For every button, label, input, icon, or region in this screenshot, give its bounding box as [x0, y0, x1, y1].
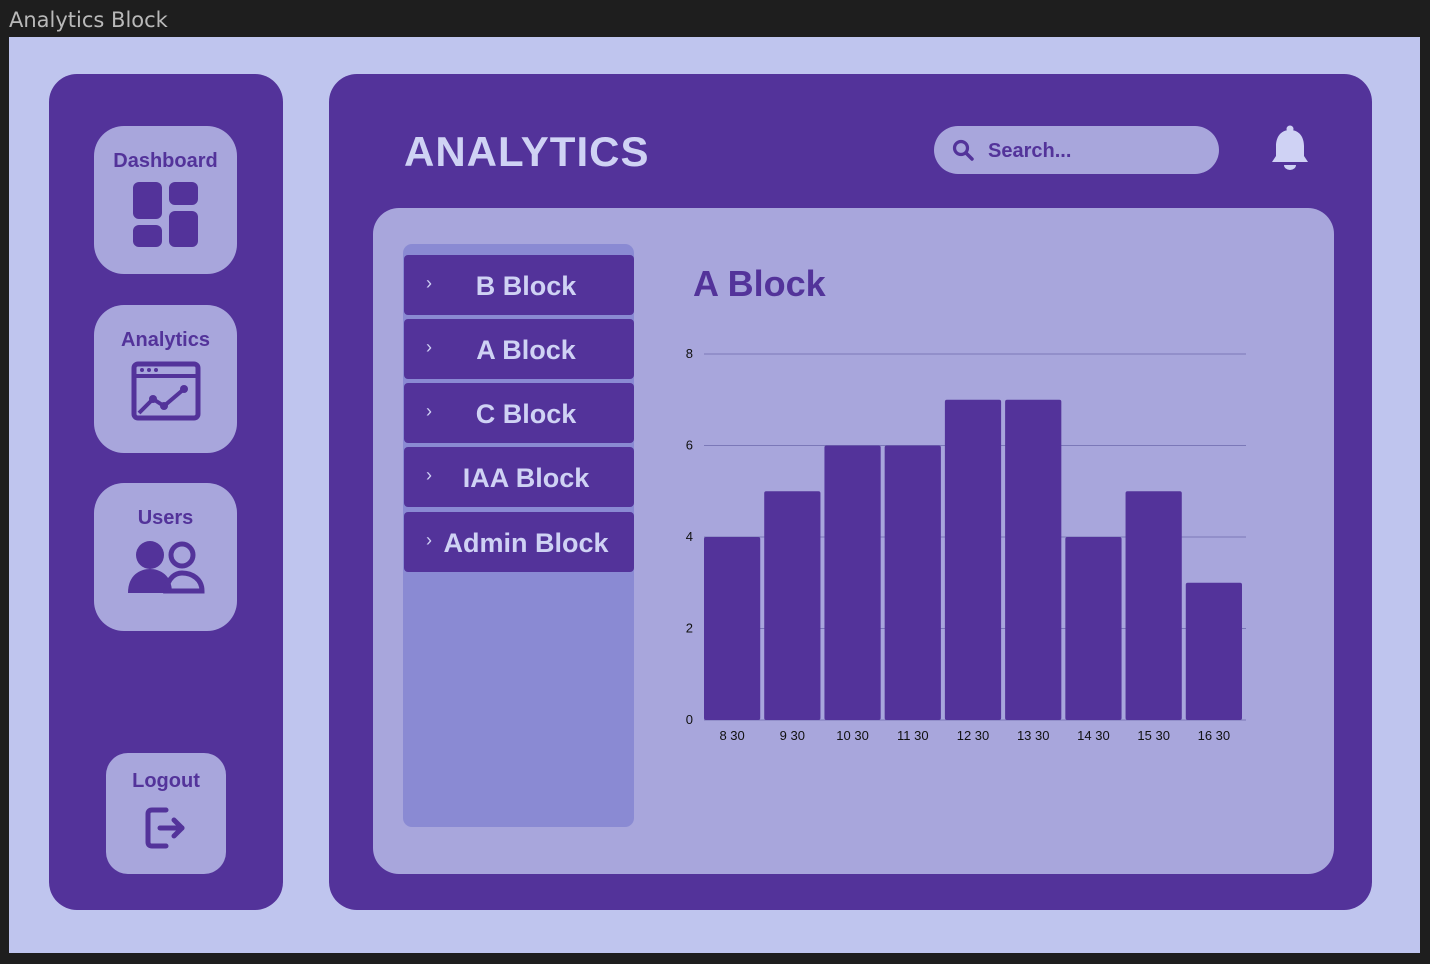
bar	[824, 445, 881, 720]
page-title: ANALYTICS	[404, 128, 650, 175]
search-bar[interactable]	[934, 126, 1219, 174]
x-tick-label: 12 30	[957, 728, 990, 743]
block-list: › B Block › A Block › C Block › IAA Bloc…	[403, 244, 634, 827]
x-tick-label: 8 30	[719, 728, 744, 743]
block-item-label: Admin Block	[443, 528, 609, 558]
bar	[1065, 537, 1122, 720]
search-icon	[952, 139, 974, 166]
block-item-label: A Block	[476, 335, 576, 365]
window-titlebar: Analytics Block	[0, 0, 1430, 37]
dashboard-grid-icon	[94, 182, 237, 248]
block-item-admin[interactable]: › Admin Block	[404, 512, 634, 572]
bar	[1125, 491, 1182, 720]
x-tick-label: 13 30	[1017, 728, 1050, 743]
sidebar-item-label: Users	[137, 507, 194, 529]
y-tick-label: 2	[686, 621, 693, 636]
sidebar-item-label: Analytics	[121, 329, 210, 351]
block-item-iaa[interactable]: › IAA Block	[404, 447, 634, 507]
bar	[1185, 582, 1242, 720]
logout-icon	[106, 806, 226, 850]
logout-button[interactable]: Logout	[106, 753, 226, 874]
block-item-label: C Block	[475, 399, 577, 429]
block-item-a[interactable]: › A Block	[404, 319, 634, 379]
y-tick-label: 0	[686, 712, 693, 727]
x-tick-label: 14 30	[1077, 728, 1110, 743]
sidebar: Dashboard Analytics Users Logout	[49, 74, 283, 910]
chart-title: A Block	[693, 263, 826, 304]
block-item-c[interactable]: › C Block	[404, 383, 634, 443]
block-item-label: B Block	[475, 271, 577, 301]
bar	[944, 399, 1002, 720]
x-tick-label: 9 30	[780, 728, 805, 743]
block-item-b[interactable]: › B Block	[404, 255, 634, 315]
bar-chart: 0 2 4 6 8 8 30 9 30 10 30 11 30 12 30 13 30 14 30 15…	[686, 346, 1246, 743]
x-tick-label: 16 30	[1198, 728, 1231, 743]
bar	[704, 537, 761, 720]
y-tick-label: 4	[686, 529, 693, 544]
bar	[884, 445, 941, 720]
sidebar-item-users[interactable]: Users	[94, 483, 237, 631]
y-tick-label: 8	[686, 346, 693, 361]
search-input[interactable]	[986, 134, 1205, 168]
block-item-label: IAA Block	[462, 463, 590, 493]
sidebar-item-label: Dashboard	[113, 150, 218, 172]
sidebar-item-analytics[interactable]: Analytics	[94, 305, 237, 453]
window-title: Analytics Block	[9, 8, 168, 32]
analytics-chart-icon	[94, 361, 237, 421]
y-tick-label: 6	[686, 438, 693, 453]
x-tick-label: 15 30	[1137, 728, 1170, 743]
bar	[764, 491, 821, 720]
x-tick-label: 11 30	[897, 728, 929, 743]
content-card: › B Block › A Block › C Block › IAA Bloc…	[373, 208, 1334, 874]
bar	[1005, 399, 1062, 720]
x-tick-label: 10 30	[836, 728, 869, 743]
main-panel: ANALYTICS › B Block › A Block	[329, 74, 1372, 910]
logout-label: Logout	[132, 770, 200, 792]
bell-icon[interactable]	[1271, 125, 1309, 176]
sidebar-item-dashboard[interactable]: Dashboard	[94, 126, 237, 274]
users-icon	[94, 539, 237, 595]
